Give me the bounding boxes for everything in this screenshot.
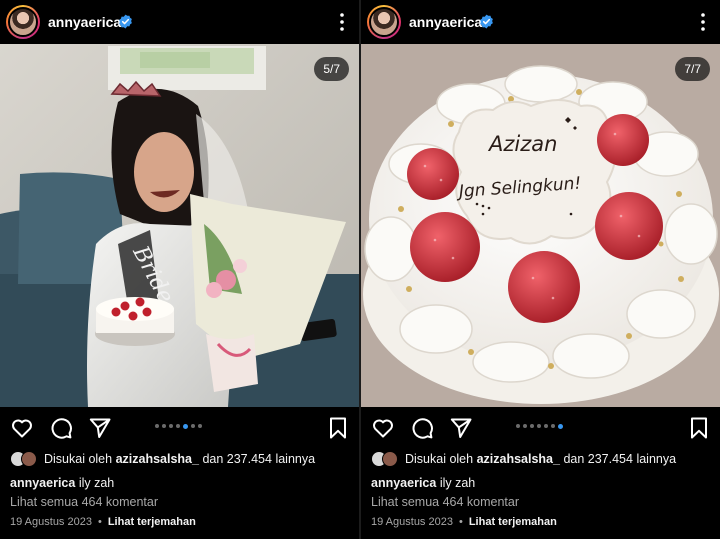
post-meta: 19 Agustus 2023 • Lihat terjemahan [371,516,557,528]
cake-message-line1: Azizan [487,132,557,156]
verified-badge-icon [119,14,132,29]
carousel-dot [516,424,520,428]
share-icon[interactable] [88,416,112,440]
action-bar [361,416,720,442]
heart-icon[interactable] [371,416,395,440]
carousel-dot [537,424,541,428]
liker-avatar [382,451,398,467]
liked-by-user-link[interactable]: azizahsalsha_ [116,452,199,466]
liked-by-user-link[interactable]: azizahsalsha_ [477,452,560,466]
carousel-dot-active [558,423,563,429]
caption-text: ily zah [439,476,476,490]
meta-separator: • [458,516,463,528]
more-options-icon[interactable] [698,12,708,32]
caption-username[interactable]: annyaerica [371,476,436,490]
comment-icon[interactable] [410,416,434,440]
post-date: 19 Agustus 2023 [10,516,92,528]
share-icon[interactable] [449,416,473,440]
caption-username[interactable]: annyaerica [10,476,75,490]
post-header: annyaerica [361,0,720,44]
carousel-dot [191,424,195,428]
post-photo[interactable]: Azizan Jgn Selingkun! 7/7 [361,44,720,407]
carousel-dot [162,424,166,428]
liked-by-prefix: Disukai oleh [44,452,113,466]
likes-row[interactable]: Disukai oleh azizahsalsha_ dan 237.454 l… [0,451,359,469]
liker-avatar [21,451,37,467]
translate-link[interactable]: Lihat terjemahan [108,516,196,528]
more-options-icon[interactable] [337,12,347,32]
heart-icon[interactable] [10,416,34,440]
post-meta: 19 Agustus 2023 • Lihat terjemahan [10,516,196,528]
liked-by-suffix[interactable]: dan 237.454 lainnya [202,452,315,466]
liked-by-prefix: Disukai oleh [405,452,474,466]
username-link[interactable]: annyaerica [48,14,121,30]
carousel-dot-active [183,423,188,429]
bookmark-icon[interactable] [687,416,711,440]
verified-badge-icon [480,14,493,29]
carousel-dot [176,424,180,428]
profile-avatar[interactable] [367,5,401,39]
bookmark-icon[interactable] [326,416,350,440]
carousel-dot [544,424,548,428]
liker-avatars [10,451,38,469]
carousel-dot [198,424,202,428]
caption-text: ily zah [78,476,115,490]
post-header: annyaerica [0,0,359,44]
post-photo[interactable]: Bride 5/7 [0,44,359,407]
carousel-dot [551,424,555,428]
view-comments-link[interactable]: Lihat semua 464 komentar [371,495,519,509]
action-bar [0,416,359,442]
carousel-dots [516,423,563,429]
carousel-dot [523,424,527,428]
cake-photo: Azizan Jgn Selingkun! [361,44,720,407]
post-right: annyaerica Azizan Jgn Selingkun! 7/7 Dis… [361,0,720,539]
carousel-dots [155,423,202,429]
view-comments-link[interactable]: Lihat semua 464 komentar [10,495,158,509]
post-date: 19 Agustus 2023 [371,516,453,528]
caption: annyaerica ily zah [10,476,114,490]
liked-by-suffix[interactable]: dan 237.454 lainnya [563,452,676,466]
carousel-counter: 5/7 [314,57,349,81]
post-left: annyaerica Bride 5/7 Disukai oleh azizah… [0,0,359,539]
username-link[interactable]: annyaerica [409,14,482,30]
carousel-dot [169,424,173,428]
profile-avatar[interactable] [6,5,40,39]
liker-avatars [371,451,399,469]
comment-icon[interactable] [49,416,73,440]
translate-link[interactable]: Lihat terjemahan [469,516,557,528]
carousel-counter: 7/7 [675,57,710,81]
carousel-dot [155,424,159,428]
caption: annyaerica ily zah [371,476,475,490]
likes-row[interactable]: Disukai oleh azizahsalsha_ dan 237.454 l… [361,451,720,469]
bride-photo: Bride [0,44,359,407]
carousel-dot [530,424,534,428]
meta-separator: • [97,516,102,528]
